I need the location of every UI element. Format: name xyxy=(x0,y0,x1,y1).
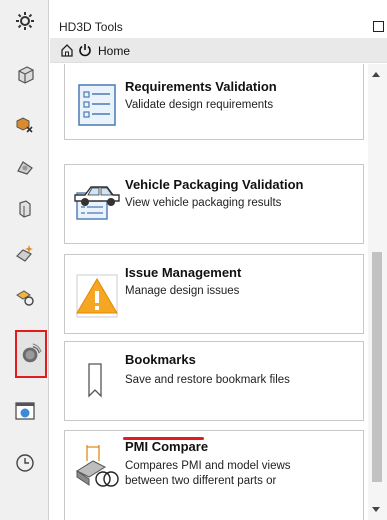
scroll-up-arrow-icon[interactable] xyxy=(372,72,380,77)
bookmark-icon xyxy=(88,363,102,398)
power-icon[interactable] xyxy=(78,43,92,57)
tool-title: Vehicle Packaging Validation xyxy=(125,177,304,192)
warning-icon xyxy=(76,274,118,318)
tool-description: Validate design requirements xyxy=(125,99,274,111)
tool-title: PMI Compare xyxy=(125,439,209,454)
home-icon[interactable] xyxy=(60,43,74,57)
part-icon[interactable] xyxy=(0,56,49,94)
tool-description: View vehicle packaging results xyxy=(125,197,282,209)
breadcrumb-bar: Home xyxy=(50,38,387,63)
part-navigator-icon[interactable] xyxy=(0,190,49,228)
scrollbar-thumb[interactable] xyxy=(372,252,382,482)
hd3d-tools-panel: HD3D Tools Home Requirements Validation … xyxy=(50,0,387,520)
tool-description: Compares PMI and model views between two… xyxy=(125,460,291,487)
constraint-navigator-icon[interactable] xyxy=(0,148,49,186)
vehicle-icon xyxy=(74,186,120,220)
tool-title: Bookmarks xyxy=(125,352,196,367)
tool-card-pmi-compare[interactable]: PMI Compare Compares PMI and model views… xyxy=(64,430,364,520)
tool-description: Manage design issues xyxy=(125,285,240,297)
hd3d-tools-icon xyxy=(22,343,42,363)
bookmarks-underline-annotation xyxy=(123,437,204,440)
breadcrumb-home[interactable]: Home xyxy=(98,44,130,58)
reuse-library-icon[interactable] xyxy=(0,234,49,272)
vertical-scrollbar[interactable] xyxy=(368,64,387,520)
pmi-compare-icon xyxy=(75,445,119,487)
tool-card-bookmarks[interactable]: Bookmarks Save and restore bookmark file… xyxy=(64,341,364,421)
panel-title: HD3D Tools xyxy=(59,20,123,34)
tool-title: Issue Management xyxy=(125,265,242,280)
requirements-icon xyxy=(78,84,116,126)
tool-description: Save and restore bookmark files xyxy=(125,374,290,386)
tool-card-issue-management[interactable]: Issue Management Manage design issues xyxy=(64,254,364,334)
tool-card-vehicle-packaging-validation[interactable]: Vehicle Packaging Validation View vehicl… xyxy=(64,164,364,244)
scroll-down-arrow-icon[interactable] xyxy=(372,507,380,512)
hd3d-tools-tab-highlight[interactable] xyxy=(15,330,47,378)
history-icon[interactable] xyxy=(0,444,49,482)
tools-list: Requirements Validation Validate design … xyxy=(50,64,370,520)
tool-title: Requirements Validation xyxy=(125,79,277,94)
assembly-navigator-icon[interactable] xyxy=(0,106,49,144)
web-browser-icon[interactable] xyxy=(0,392,49,430)
restore-window-icon[interactable] xyxy=(373,21,384,32)
hd3d-compare-icon[interactable] xyxy=(0,278,49,316)
resource-bar xyxy=(0,0,49,520)
settings-icon[interactable] xyxy=(0,2,49,40)
tool-card-requirements-validation[interactable]: Requirements Validation Validate design … xyxy=(64,64,364,140)
